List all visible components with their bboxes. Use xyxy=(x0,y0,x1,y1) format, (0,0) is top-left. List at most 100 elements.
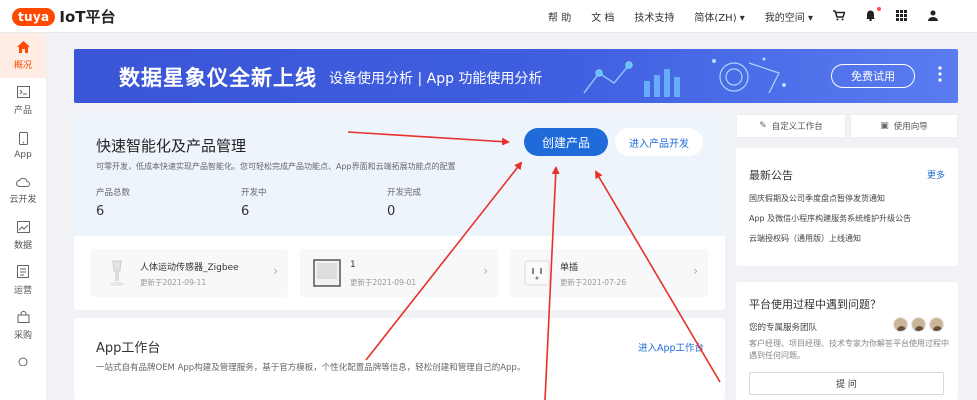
product-date: 更新于2021-09-11 xyxy=(140,278,207,287)
chart-icon xyxy=(16,220,30,235)
banner-subtitle: 设备使用分析 | App 功能使用分析 xyxy=(329,71,543,87)
help-panel: 平台使用过程中遇到问题？ 您的专属服务团队 客户经理、项目经理、技术专家为你解答… xyxy=(736,282,958,400)
stat-done: 开发完成 0 xyxy=(387,186,421,219)
home-icon xyxy=(16,40,30,55)
product-card[interactable]: 单插 更新于2021-07-26 › xyxy=(510,249,708,297)
nav-language[interactable]: 简体(ZH) ▾ xyxy=(694,9,744,24)
sidebar-item-purchase[interactable]: 采购 xyxy=(0,303,46,348)
notice-title: 最新公告 xyxy=(749,169,793,182)
guide-button[interactable]: ▣ 使用向导 xyxy=(850,114,958,138)
sidebar-item-label: 云开发 xyxy=(9,194,37,205)
help-title: 平台使用过程中遇到问题？ xyxy=(749,298,881,311)
sensor-icon xyxy=(100,257,134,289)
app-workbench-title: App工作台 xyxy=(96,341,161,356)
product-name: 单插 xyxy=(560,263,579,273)
sidebar-item-operations[interactable]: 运营 xyxy=(0,258,46,303)
top-nav: 帮 助 文 档 技术支持 简体(ZH) ▾ 我的空间 ▾ xyxy=(528,0,939,33)
logo-badge: tuya xyxy=(12,7,56,26)
more-icon xyxy=(17,356,29,368)
team-avatars xyxy=(890,317,944,332)
shop-icon xyxy=(17,310,30,325)
quick-card-desc: 可零开发，低成本快速实现产品智能化。您可轻松完成产品功能点、App界面和云端拓展… xyxy=(96,162,456,171)
avatar xyxy=(893,317,908,332)
sidebar-item-more[interactable] xyxy=(0,348,46,378)
free-trial-button[interactable]: 免费试用 xyxy=(831,64,915,88)
custom-workbench-label: 自定义工作台 xyxy=(771,122,823,132)
socket-icon xyxy=(520,257,554,289)
sidebar-item-label: 产品 xyxy=(13,105,32,116)
guide-label: 使用向导 xyxy=(893,122,928,132)
user-icon[interactable] xyxy=(927,9,939,24)
sidebar-item-overview[interactable]: 概况 xyxy=(0,33,46,78)
stat-value: 6 xyxy=(96,204,105,219)
quick-card-title: 快速智能化及产品管理 xyxy=(96,137,247,155)
bell-icon[interactable] xyxy=(865,7,881,24)
avatar xyxy=(929,317,944,332)
notice-item[interactable]: 国庆假期及公司季度盘点暂停发货通知 xyxy=(749,193,885,204)
notice-panel: 最新公告 更多 国庆假期及公司季度盘点暂停发货通知 App 及微信小程序构建服务… xyxy=(736,148,958,266)
sidebar-item-data[interactable]: 数据 xyxy=(0,213,46,258)
sidebar-item-app[interactable]: App xyxy=(0,123,46,168)
stat-value: 0 xyxy=(387,204,396,219)
app-workbench-desc: 一站式自有品牌OEM App构建及管理服务，基于官方模板，个性化配置品牌等信息，… xyxy=(96,363,526,373)
banner-title: 数据星象仪全新上线 xyxy=(119,66,317,90)
app-workbench-card: App工作台 进入App工作台 一站式自有品牌OEM App构建及管理服务，基于… xyxy=(74,318,725,400)
help-desc: 客户经理、项目经理、技术专家为你解答平台使用过程中遇到任何问题。 xyxy=(749,339,949,360)
product-date: 更新于2021-07-26 xyxy=(560,278,627,287)
operations-icon xyxy=(17,265,29,280)
nav-help[interactable]: 帮 助 xyxy=(548,9,571,24)
stat-label: 开发完成 xyxy=(387,188,422,198)
nav-my-space[interactable]: 我的空间 ▾ xyxy=(765,9,813,24)
create-product-button[interactable]: 创建产品 xyxy=(524,128,608,156)
banner-more-icon[interactable] xyxy=(938,66,942,82)
cart-icon[interactable] xyxy=(833,9,846,24)
chevron-right-icon: › xyxy=(273,264,278,278)
nav-docs[interactable]: 文 档 xyxy=(591,9,614,24)
banner-illustration xyxy=(583,57,786,97)
stat-label: 开发中 xyxy=(241,188,267,198)
sidebar-item-product[interactable]: 产品 xyxy=(0,78,46,123)
notification-dot xyxy=(877,7,881,11)
product-card[interactable]: 人体运动传感器_Zigbee 更新于2021-09-11 › xyxy=(90,249,288,297)
help-team-label: 您的专属服务团队 xyxy=(749,323,818,333)
notice-more-link[interactable]: 更多 xyxy=(927,168,945,181)
product-card[interactable]: 1 更新于2021-09-01 › xyxy=(300,249,498,297)
app-workbench-link[interactable]: 进入App工作台 xyxy=(638,340,704,354)
terminal-icon xyxy=(16,85,30,100)
product-name: 人体运动传感器_Zigbee xyxy=(140,263,239,273)
quick-product-card: 快速智能化及产品管理 可零开发，低成本快速实现产品智能化。您可轻松完成产品功能点… xyxy=(74,114,725,310)
guide-icon: ▣ xyxy=(880,121,889,131)
stat-value: 6 xyxy=(241,204,250,219)
sidebar-item-label: App xyxy=(14,149,32,160)
avatar xyxy=(911,317,926,332)
right-shortcuts: ✎ 自定义工作台 ▣ 使用向导 xyxy=(736,114,958,138)
product-date: 更新于2021-09-01 xyxy=(350,278,417,287)
ask-question-button[interactable]: 提 问 xyxy=(749,372,944,395)
logo[interactable]: tuya IoT平台 xyxy=(12,6,116,27)
logo-text: IoT平台 xyxy=(59,8,116,26)
top-bar: tuya IoT平台 帮 助 文 档 技术支持 简体(ZH) ▾ 我的空间 ▾ xyxy=(0,0,977,33)
device-icon xyxy=(310,257,344,289)
nav-support[interactable]: 技术支持 xyxy=(634,9,674,24)
product-name: 1 xyxy=(350,260,356,270)
notice-item[interactable]: App 及微信小程序构建服务系统维护升级公告 xyxy=(749,213,911,224)
sidebar-item-label: 运营 xyxy=(13,286,32,296)
stat-total: 产品总数 6 xyxy=(96,186,130,219)
phone-icon xyxy=(18,131,28,147)
sidebar-item-cloud[interactable]: 云开发 xyxy=(0,168,46,213)
sidebar-item-label: 采购 xyxy=(13,330,32,341)
custom-workbench-button[interactable]: ✎ 自定义工作台 xyxy=(736,114,846,138)
chevron-right-icon: › xyxy=(693,264,698,278)
sidebar-item-label: 概况 xyxy=(13,60,32,71)
chevron-right-icon: › xyxy=(483,264,488,278)
sidebar-item-label: 数据 xyxy=(13,240,32,251)
stat-in-dev: 开发中 6 xyxy=(241,186,267,219)
product-dev-button[interactable]: 进入产品开发 xyxy=(615,128,703,156)
edit-icon: ✎ xyxy=(759,121,767,131)
notice-item[interactable]: 云端授权码（通用版）上线通知 xyxy=(749,233,861,244)
promo-banner[interactable]: 数据星象仪全新上线 设备使用分析 | App 功能使用分析 免费试用 xyxy=(74,49,958,103)
stat-label: 产品总数 xyxy=(96,188,131,198)
sidebar: 概况 产品 App 云开发 数据 运营 采购 xyxy=(0,33,47,400)
cloud-icon xyxy=(16,177,30,189)
apps-grid-icon[interactable] xyxy=(896,9,907,24)
